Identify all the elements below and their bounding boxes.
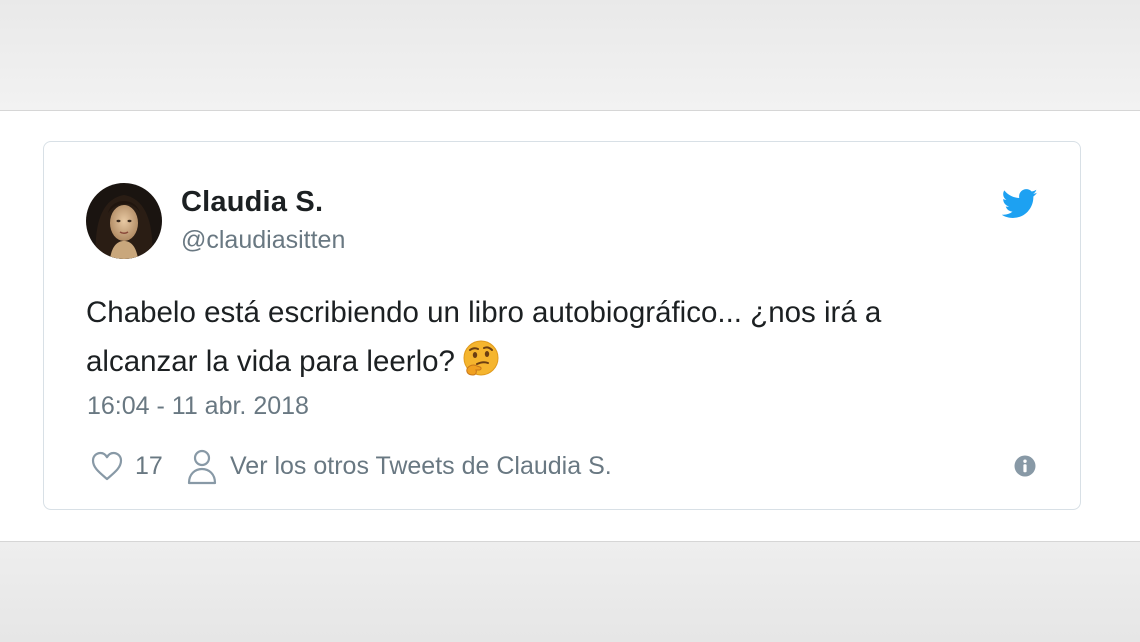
avatar[interactable] <box>86 183 162 259</box>
tweet-text: Chabelo está escribiendo un libro autobi… <box>86 288 1026 386</box>
display-name[interactable]: Claudia S. <box>181 186 323 219</box>
twitter-bird-icon[interactable] <box>1002 189 1038 219</box>
tweet-card[interactable]: Claudia S. @claudiasitten Chabelo está e… <box>43 141 1081 510</box>
user-handle[interactable]: @claudiasitten <box>181 226 345 255</box>
background-band-bottom <box>0 541 1140 642</box>
thinking-face-emoji-icon <box>463 340 499 376</box>
more-tweets-link[interactable]: Ver los otros Tweets de Claudia S. <box>230 452 612 481</box>
person-icon[interactable] <box>186 448 218 486</box>
like-count[interactable]: 17 <box>135 452 163 481</box>
tweet-timestamp[interactable]: 16:04 - 11 abr. 2018 <box>87 392 309 421</box>
background-band-top <box>0 0 1140 111</box>
tweet-text-line-1: Chabelo está escribiendo un libro autobi… <box>86 296 882 329</box>
tweet-text-line-2: alcanzar la vida para leerlo? <box>86 337 1026 386</box>
tweet-text-line-2-text: alcanzar la vida para leerlo? <box>86 345 455 378</box>
info-icon[interactable] <box>1014 455 1036 477</box>
heart-icon[interactable] <box>90 450 124 482</box>
